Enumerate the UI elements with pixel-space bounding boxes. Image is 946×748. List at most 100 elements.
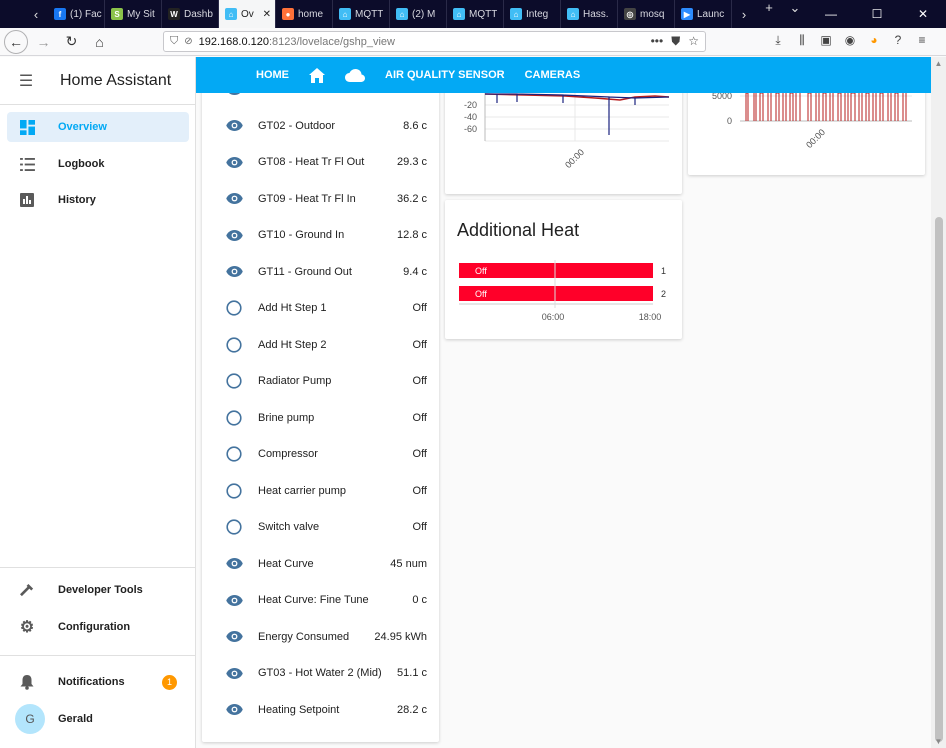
back-arrow-icon[interactable]: ← bbox=[4, 29, 28, 54]
entity-row[interactable]: GT11 - Ground Out 9.4 c bbox=[202, 260, 439, 284]
help-icon[interactable]: ? bbox=[890, 33, 906, 48]
browser-tab[interactable]: ⌂ Integ bbox=[504, 0, 561, 28]
browser-tab[interactable]: ● home bbox=[276, 0, 333, 28]
entity-row[interactable]: GT10 - Ground In 12.8 c bbox=[202, 223, 439, 247]
new-tab-icon[interactable]: + bbox=[756, 0, 782, 28]
browser-tab[interactable]: S My Sit bbox=[105, 0, 162, 28]
page-actions-icon[interactable]: ••• bbox=[651, 34, 664, 49]
entity-row[interactable]: Compressor Off bbox=[202, 442, 439, 466]
close-window-icon[interactable]: ✕ bbox=[900, 7, 946, 21]
browser-tab[interactable]: ⌂ MQTT bbox=[333, 0, 390, 28]
sidebar-item-configuration[interactable]: ⚙ Configuration bbox=[7, 612, 189, 642]
tab-air-quality-sensor[interactable]: AIR QUALITY SENSOR bbox=[385, 69, 505, 81]
tab-scroll-left-icon[interactable]: ‹ bbox=[24, 0, 48, 28]
circle-icon bbox=[224, 336, 244, 353]
entity-row[interactable]: Radiator Pump Off bbox=[202, 369, 439, 393]
maximize-icon[interactable]: ☐ bbox=[854, 7, 900, 21]
entity-value: Off bbox=[412, 448, 427, 460]
tab-list-chevron-icon[interactable]: ⌄ bbox=[782, 0, 808, 28]
url-bar[interactable]: ⛉ ⊘ 192.168.0.120:8123/lovelace/gshp_vie… bbox=[163, 31, 706, 52]
eye-icon bbox=[224, 156, 244, 168]
tab-house[interactable] bbox=[309, 67, 325, 83]
entity-row[interactable]: Energy Consumed 24.95 kWh bbox=[202, 625, 439, 649]
entity-value: 24.95 kWh bbox=[374, 630, 427, 643]
menu-toggle-icon[interactable]: ☰ bbox=[0, 71, 52, 91]
tab-home[interactable]: HOME bbox=[256, 69, 289, 81]
bookmark-star-icon[interactable]: ☆ bbox=[688, 34, 699, 49]
download-icon[interactable]: ⤓ bbox=[770, 33, 786, 48]
entity-row[interactable]: Add Ht Step 2 Off bbox=[202, 333, 439, 357]
entity-value: 0 c bbox=[412, 594, 427, 606]
sidebar-item-developer-tools[interactable]: Developer Tools bbox=[7, 575, 189, 605]
entity-row[interactable]: Heat Curve 45 num bbox=[202, 552, 439, 576]
browser-tab[interactable]: ◎ mosq bbox=[618, 0, 675, 28]
entity-row[interactable]: Brine pump Off bbox=[202, 406, 439, 430]
home-icon[interactable]: ⌂ bbox=[87, 31, 112, 53]
energy-history-chart[interactable]: 5000 0 00:00 bbox=[688, 93, 925, 175]
entity-name: GT03 - Hot Water 2 (Mid) bbox=[258, 667, 382, 679]
timeline-bar-step-2[interactable] bbox=[459, 286, 653, 301]
entity-value: 51.1 c bbox=[397, 667, 427, 679]
eye-icon bbox=[224, 93, 244, 95]
browser-tab[interactable]: ⌂ (2) M bbox=[390, 0, 447, 28]
circle-icon bbox=[224, 409, 244, 426]
sidebar-item-profile[interactable]: G Gerald bbox=[7, 704, 189, 734]
entity-value: 45 num bbox=[390, 557, 427, 570]
entity-value: 29.3 c bbox=[397, 156, 427, 168]
browser-tab-label: Hass. bbox=[583, 8, 609, 20]
entity-name: Switch valve bbox=[258, 521, 320, 533]
menu-icon[interactable]: ≡ bbox=[914, 33, 930, 48]
site-info-icon[interactable]: ⛉ bbox=[170, 35, 178, 48]
minimize-icon[interactable]: — bbox=[808, 7, 854, 21]
entity-row[interactable]: Switch valve Off bbox=[202, 515, 439, 539]
browser-tab[interactable]: W Dashb bbox=[162, 0, 219, 28]
tab-scroll-right-icon[interactable]: › bbox=[732, 0, 756, 28]
sidebar-item-overview[interactable]: Overview bbox=[7, 112, 189, 142]
entity-row[interactable]: GT08 - Heat Tr Fl Out 29.3 c bbox=[202, 150, 439, 174]
browser-tab[interactable]: f (1) Fac bbox=[48, 0, 105, 28]
sidebar-item-history[interactable]: History bbox=[7, 185, 189, 215]
scrollbar-thumb[interactable] bbox=[935, 217, 943, 742]
tab-weather[interactable] bbox=[345, 68, 365, 82]
forward-arrow-icon[interactable]: → bbox=[31, 31, 56, 53]
entity-row[interactable]: GT02 - Outdoor 8.6 c bbox=[202, 114, 439, 138]
additional-heat-timeline[interactable]: Off 1 Off 2 06:00 18:00 bbox=[445, 200, 682, 339]
scroll-down-arrow-icon[interactable]: ▼ bbox=[931, 737, 946, 746]
y-tick-label: 5000 bbox=[712, 93, 732, 101]
sidebar-label-notifications: Notifications bbox=[58, 676, 125, 688]
page-scrollbar[interactable]: ▲ ▼ bbox=[931, 57, 946, 748]
temperature-history-chart[interactable]: -20 -40 -60 00:00 bbox=[445, 93, 682, 194]
sidebar-label-history: History bbox=[58, 194, 96, 206]
sidebar-toggle-icon[interactable]: ▣ bbox=[818, 33, 834, 48]
circle-icon bbox=[224, 519, 244, 535]
sidebar-item-notifications[interactable]: Notifications 1 bbox=[7, 667, 189, 697]
entity-row[interactable]: Heat carrier pump Off bbox=[202, 479, 439, 503]
browser-tab[interactable]: ⌂ Ov ✕ bbox=[219, 0, 276, 28]
tab-cameras[interactable]: CAMERAS bbox=[525, 69, 581, 81]
account-icon[interactable]: ◉ bbox=[842, 33, 858, 48]
entity-row[interactable]: GT09 - Heat Tr Fl In 36.2 c bbox=[202, 187, 439, 211]
entity-row[interactable]: Heating Setpoint 28.2 c bbox=[202, 698, 439, 722]
entity-name: Add Ht Step 1 bbox=[258, 302, 327, 314]
browser-tab[interactable]: ⌂ MQTT bbox=[447, 0, 504, 28]
permissions-icon[interactable]: ⊘ bbox=[184, 36, 192, 47]
entity-row[interactable]: GT01 - Rad Return 29.9 c bbox=[202, 93, 439, 101]
browser-tab-label: Dashb bbox=[184, 8, 213, 20]
timeline-bar-step-1[interactable] bbox=[459, 263, 653, 278]
entity-name: GT01 - Rad Return bbox=[258, 93, 352, 95]
pocket-icon[interactable]: ⛊ bbox=[671, 34, 680, 49]
browser-tab[interactable]: ▶ Launc bbox=[675, 0, 732, 28]
circle-icon bbox=[224, 300, 244, 316]
library-icon[interactable]: ⫼ bbox=[794, 33, 810, 48]
sidebar-item-logbook[interactable]: Logbook bbox=[7, 149, 189, 179]
close-tab-icon[interactable]: ✕ bbox=[263, 9, 271, 20]
browser-tab[interactable]: ⌂ Hass. bbox=[561, 0, 618, 28]
entity-row[interactable]: Heat Curve: Fine Tune 0 c bbox=[202, 588, 439, 612]
entity-row[interactable]: GT03 - Hot Water 2 (Mid) 51.1 c bbox=[202, 661, 439, 685]
entity-row[interactable]: Add Ht Step 1 Off bbox=[202, 296, 439, 320]
scroll-up-arrow-icon[interactable]: ▲ bbox=[931, 59, 946, 68]
reload-icon[interactable]: ↻ bbox=[59, 31, 84, 53]
extension-icon[interactable]: ◕ bbox=[866, 33, 882, 48]
home-assistant-icon: ⌂ bbox=[225, 8, 237, 20]
browser-tab-label: MQTT bbox=[355, 8, 384, 20]
